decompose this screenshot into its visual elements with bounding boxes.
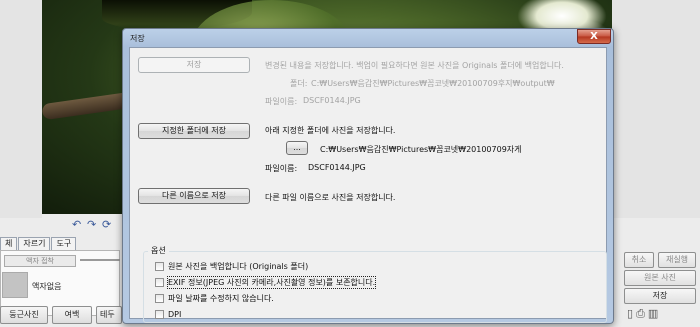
original-photo-button[interactable]: 원본 사진 — [624, 270, 696, 286]
backup-original-checkbox[interactable] — [155, 261, 164, 271]
save-to-folder-description: 아래 지정한 폴더에 사진을 저장합니다. — [265, 126, 396, 135]
tab-frame[interactable]: 체 — [0, 237, 18, 250]
frame-thumbnail[interactable] — [2, 272, 28, 298]
filename-label: 파일이름: — [265, 97, 298, 106]
preserve-exif-checkbox[interactable] — [155, 277, 164, 287]
preserve-exif-option[interactable]: EXIF 정보(JPEG 사진의 카메라,사진촬영 정보)를 보존합니다. — [155, 275, 377, 289]
target-filename-label: 파일이름: — [265, 164, 298, 173]
filename-value: DSCF0144.JPG — [303, 96, 361, 105]
redo-icon[interactable]: ↷ — [87, 219, 99, 231]
options-title: 옵션 — [148, 245, 169, 256]
save-as-description: 다른 파일 이름으로 사진을 저장합니다. — [265, 193, 396, 202]
save-dialog: 저장 X 저장 변경된 내용을 저장합니다. 백업이 필요하다면 원본 사진을 … — [122, 28, 614, 324]
target-filename-value: DSCF0144.JPG — [308, 163, 366, 172]
dialog-body: 저장 변경된 내용을 저장합니다. 백업이 필요하다면 원본 사진을 Origi… — [129, 47, 607, 323]
right-panel — [612, 0, 700, 218]
dialog-title: 저장 — [130, 34, 145, 43]
target-folder-path: C:₩Users₩음갑진₩Pictures₩꼽코넷₩20100709자게 — [320, 145, 522, 154]
frame-slider[interactable] — [80, 259, 120, 261]
dpi-checkbox[interactable] — [155, 309, 164, 319]
left-panel — [0, 0, 42, 218]
trash-icon[interactable]: ▥ — [648, 307, 661, 320]
save-description: 변경된 내용을 저장합니다. 백업이 필요하다면 원본 사진을 Original… — [265, 61, 564, 70]
tab-crop[interactable]: 자르기 — [18, 237, 51, 250]
keep-file-date-label: 파일 날짜를 수정하지 않습니다. — [168, 293, 274, 303]
save-main-button[interactable]: 저장 — [624, 288, 696, 304]
frame-thumbnail-label: 액자없음 — [32, 282, 62, 291]
save-button[interactable]: 저장 — [138, 57, 250, 73]
undo-icon[interactable]: ↶ — [72, 219, 84, 231]
rotate-icon[interactable]: ⟳ — [102, 219, 114, 231]
margin-button[interactable]: 여백 — [52, 306, 92, 324]
keep-file-date-option[interactable]: 파일 날짜를 수정하지 않습니다. — [155, 292, 274, 304]
backup-original-option[interactable]: 원본 사진을 백업합니다 (Originals 폴더) — [155, 260, 308, 272]
dpi-label: DPI — [168, 309, 182, 319]
border-button[interactable]: 테두 — [96, 306, 122, 324]
tool-tabs: 체 자르기 도구 — [0, 237, 77, 250]
keep-file-date-checkbox[interactable] — [155, 293, 164, 303]
tab-tools[interactable]: 도구 — [51, 237, 77, 250]
folder-label: 폴더: — [290, 79, 308, 88]
close-button[interactable]: X — [577, 29, 611, 44]
preserve-exif-label: EXIF 정보(JPEG 사진의 카메라,사진촬영 정보)를 보존합니다. — [166, 275, 377, 289]
folder-path: C:₩Users₩음갑진₩Pictures₩꼽코넷₩20100709후지₩out… — [311, 79, 555, 88]
cancel-button[interactable]: 취소 — [624, 252, 654, 268]
browse-button[interactable]: ... — [286, 141, 308, 155]
frame-select[interactable]: 액자 접착 — [4, 255, 76, 267]
bottom-right-icons: ▯⎙▥ — [627, 307, 661, 321]
reapply-button[interactable]: 재실행 — [658, 252, 696, 268]
save-to-folder-button[interactable]: 지정한 폴더에 저장 — [138, 123, 250, 139]
backup-original-label: 원본 사진을 백업합니다 (Originals 폴더) — [168, 261, 309, 271]
round-photo-button[interactable]: 둥근사진 — [0, 306, 48, 324]
print-icon[interactable]: ⎙ — [636, 307, 648, 320]
file-icon[interactable]: ▯ — [627, 307, 636, 320]
dpi-option[interactable]: DPI — [155, 308, 181, 320]
save-as-button[interactable]: 다른 이름으로 저장 — [138, 188, 250, 204]
